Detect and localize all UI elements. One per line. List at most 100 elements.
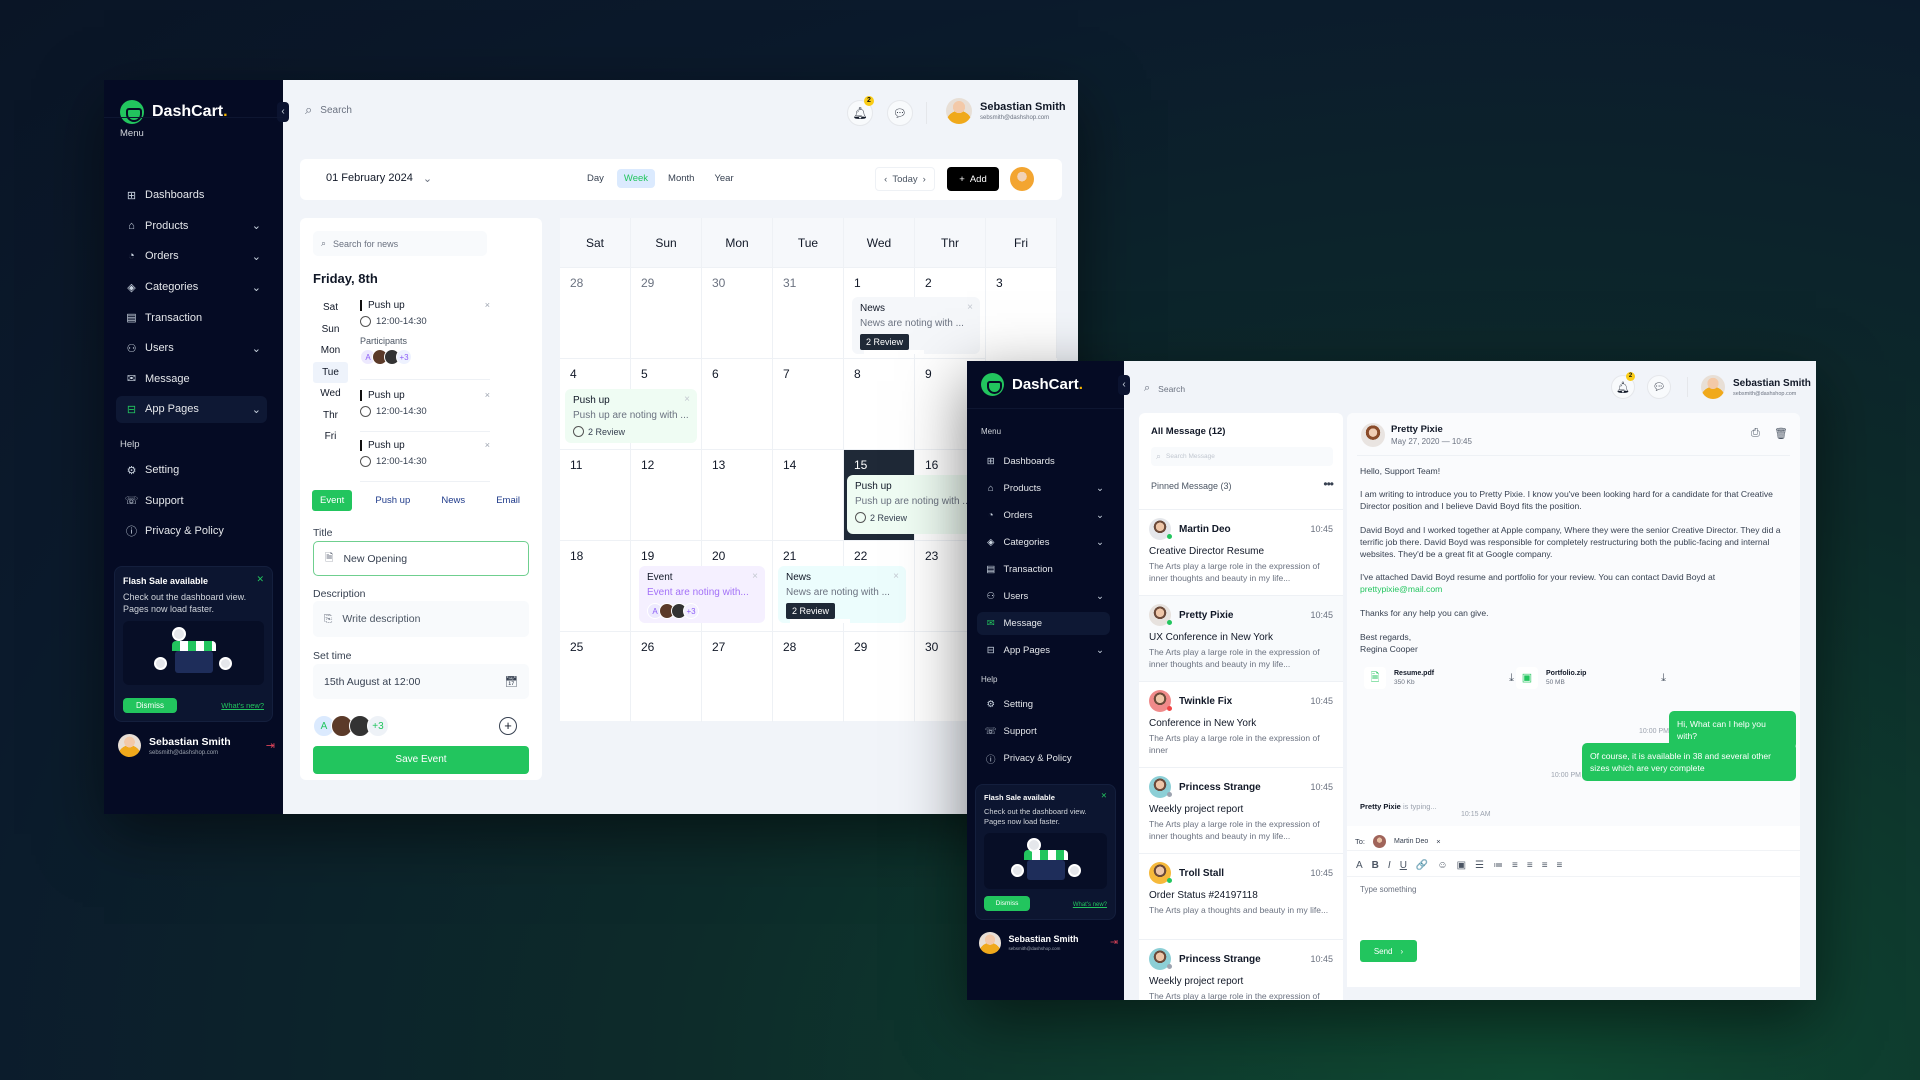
header-search[interactable]: ⌕ Search — [305, 102, 352, 118]
sidebar-item-support[interactable]: ☏ Support — [977, 720, 1110, 743]
email-link[interactable]: prettypixie@mail.com — [1360, 583, 1782, 595]
close-icon[interactable]: × — [967, 302, 973, 313]
dismiss-button[interactable]: Dismiss — [123, 698, 177, 713]
format-button[interactable]: ≡ — [1542, 860, 1548, 871]
logout-icon[interactable]: ⇥ — [1110, 937, 1118, 948]
tab-push-up[interactable]: Push up — [367, 490, 418, 511]
agenda-item[interactable]: Push up × 12:00-14:30 — [360, 440, 490, 482]
header-user[interactable]: Sebastian Smith sebsmith@dashshop.com — [946, 98, 1066, 124]
sidebar-item-orders[interactable]: ◔ Orders ⌄ — [116, 243, 267, 270]
sidebar-item-dashboards[interactable]: ⊞ Dashboards — [116, 182, 267, 209]
close-icon[interactable]: × — [893, 571, 899, 582]
time-input[interactable]: 15th August at 12:00 📅︎ — [313, 664, 529, 699]
message-list-item[interactable]: Martin Deo 10:45 Creative Director Resume… — [1139, 509, 1343, 595]
sidebar-item-transaction[interactable]: ▤ Transaction — [977, 558, 1110, 581]
format-button[interactable]: ≡ — [1527, 860, 1533, 871]
compose-input[interactable]: Type something — [1360, 885, 1416, 894]
sidebar-item-users[interactable]: ⚇ Users ⌄ — [977, 585, 1110, 608]
day-cell[interactable]: 14 — [773, 449, 844, 540]
chevron-left-icon[interactable]: ‹ — [884, 174, 887, 185]
chat-button[interactable]: 💬︎ — [1647, 375, 1671, 399]
day-cell[interactable]: 18 — [560, 540, 631, 631]
format-button[interactable]: U — [1400, 860, 1407, 871]
agenda-item[interactable]: Push up × 12:00-14:30 — [360, 390, 490, 432]
day-cell[interactable]: 30 — [702, 267, 773, 358]
send-button[interactable]: Send › — [1360, 940, 1417, 962]
chat-button[interactable]: 💬︎ — [887, 100, 913, 126]
message-list-item[interactable]: Pretty Pixie 10:45 UX Conference in New Y… — [1139, 595, 1343, 681]
whats-new-link[interactable]: What's new? — [221, 701, 264, 711]
sidebar-user[interactable]: Sebastian Smith sebsmith@dashshop.com ⇥ — [118, 734, 275, 757]
close-icon[interactable]: × — [485, 390, 490, 401]
sidebar-item-message[interactable]: ✉ Message — [977, 612, 1110, 635]
format-button[interactable]: ☰ — [1475, 860, 1484, 871]
day-cell[interactable]: 12 — [631, 449, 702, 540]
tab-email[interactable]: Email — [488, 490, 528, 511]
format-button[interactable]: ≔ — [1493, 860, 1503, 871]
calendar-event-push[interactable]: × Push up Push up are noting with ...2 R… — [847, 475, 987, 534]
collapse-sidebar-button[interactable]: ‹ — [277, 102, 289, 122]
download-icon[interactable]: ⤓ — [1509, 672, 1514, 685]
trash-icon[interactable]: 🗑︎ — [1774, 427, 1788, 440]
collapse-sidebar-button[interactable]: ‹ — [1118, 375, 1130, 395]
close-icon[interactable]: × — [485, 440, 490, 451]
sidebar-item-dashboards[interactable]: ⊞ Dashboards — [977, 450, 1110, 473]
day-cell[interactable]: 29 — [844, 631, 915, 722]
search-input[interactable]: Search — [320, 105, 352, 116]
sidebar-item-users[interactable]: ⚇ Users ⌄ — [116, 335, 267, 362]
message-list-item[interactable]: Troll Stall 10:45 Order Status #24197118 T… — [1139, 853, 1343, 939]
day-cell[interactable]: 6 — [702, 358, 773, 449]
day-mon[interactable]: Mon — [313, 340, 348, 362]
today-nav[interactable]: ‹ Today › — [875, 167, 935, 191]
header-search[interactable]: ⌕ Search — [1144, 382, 1185, 395]
sidebar-item-products[interactable]: ⌂ Products ⌄ — [116, 213, 267, 240]
view-tab-year[interactable]: Year — [707, 169, 740, 188]
message-list-item[interactable]: Princess Strange 10:45 Weekly project rep… — [1139, 767, 1343, 853]
view-tab-month[interactable]: Month — [661, 169, 701, 188]
add-button[interactable]: + Add — [947, 167, 999, 191]
message-list-item[interactable]: Twinkle Fix 10:45 Conference in New York T… — [1139, 681, 1343, 767]
date-selector[interactable]: 01 February 2024 ⌄ — [326, 172, 432, 185]
close-icon[interactable]: × — [485, 300, 490, 311]
format-button[interactable]: ≡ — [1512, 860, 1518, 871]
review-badge[interactable]: 2 Review — [860, 334, 910, 350]
format-button[interactable]: ≡ — [1557, 860, 1563, 871]
calendar-event-news[interactable]: × News News are noting with ...2 Review2… — [778, 566, 906, 623]
day-cell[interactable]: 13 — [702, 449, 773, 540]
calendar-event-news[interactable]: × News News are noting with ...2 Review2… — [852, 297, 980, 354]
description-input[interactable]: ⎘ Write description — [313, 601, 529, 637]
avatar[interactable] — [1010, 167, 1034, 191]
calendar-icon[interactable]: 📅︎ — [505, 675, 518, 688]
day-tue[interactable]: Tue — [313, 361, 348, 383]
format-button[interactable]: I — [1388, 860, 1391, 871]
sidebar-item-privacy-policy[interactable]: ⓘ Privacy & Policy — [977, 747, 1110, 770]
attachment[interactable]: ▣ Portfolio.zip 50 MB ⤓ — [1516, 667, 1666, 689]
day-cell[interactable]: 28 — [773, 631, 844, 722]
format-button[interactable]: ☺ — [1437, 860, 1447, 871]
search-input[interactable]: Search — [1158, 384, 1185, 394]
dismiss-button[interactable]: Dismiss — [984, 896, 1030, 911]
sidebar-item-app-pages[interactable]: ⊟ App Pages ⌄ — [977, 639, 1110, 662]
calendar-event-push[interactable]: × Push up Push up are noting with ...2 R… — [565, 389, 697, 443]
brand-logo[interactable]: DashCart. — [981, 373, 1083, 396]
sidebar-item-categories[interactable]: ◈ Categories ⌄ — [977, 531, 1110, 554]
day-wed[interactable]: Wed — [313, 383, 348, 405]
sidebar-item-message[interactable]: ✉ Message — [116, 366, 267, 393]
sidebar-item-orders[interactable]: ◔ Orders ⌄ — [977, 504, 1110, 527]
tab-event[interactable]: Event — [312, 490, 353, 511]
close-icon[interactable]: ✕ — [256, 573, 264, 585]
format-button[interactable]: 🔗 — [1416, 860, 1428, 871]
day-cell[interactable]: 11 — [560, 449, 631, 540]
chevron-right-icon[interactable]: › — [923, 174, 926, 185]
close-icon[interactable]: × — [752, 571, 758, 582]
day-cell[interactable]: 7 — [773, 358, 844, 449]
more-icon[interactable]: ••• — [1323, 477, 1334, 491]
close-icon[interactable]: × — [1436, 837, 1440, 846]
print-icon[interactable]: ⎙ — [1751, 427, 1760, 440]
close-icon[interactable]: × — [684, 394, 690, 405]
sidebar-item-setting[interactable]: ⚙ Setting — [116, 457, 267, 484]
header-user[interactable]: Sebastian Smith sebsmith@dashshop.com — [1701, 375, 1811, 399]
view-tab-week[interactable]: Week — [616, 169, 656, 188]
day-thr[interactable]: Thr — [313, 405, 348, 427]
sidebar-item-transaction[interactable]: ▤ Transaction — [116, 304, 267, 331]
